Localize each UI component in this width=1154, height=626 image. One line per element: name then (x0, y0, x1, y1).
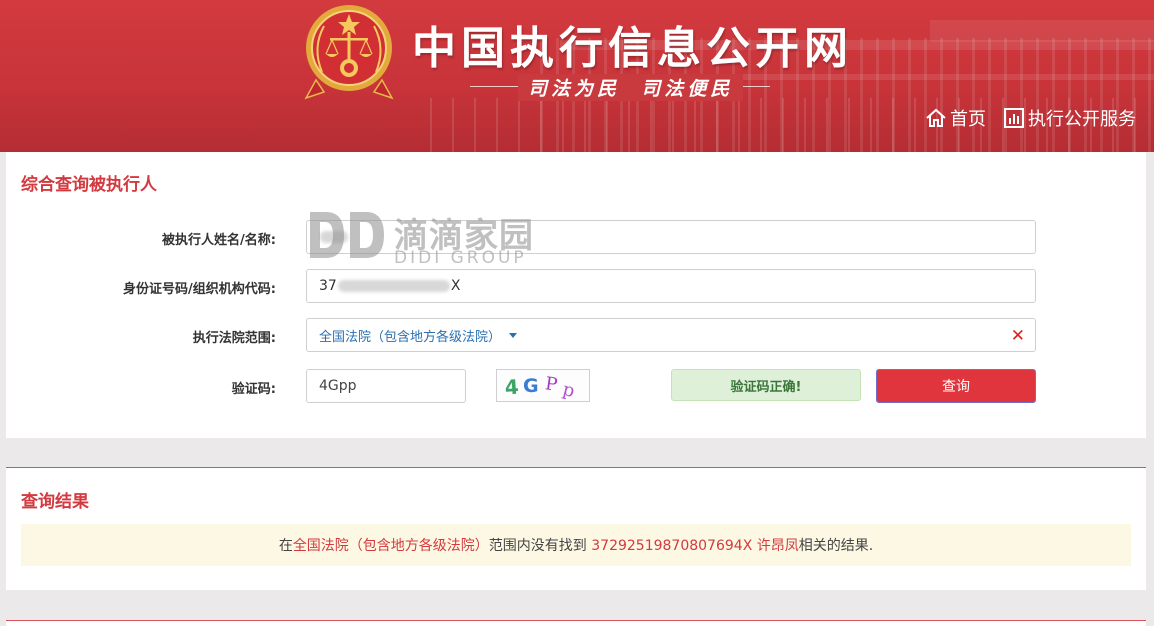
site-slogan: 司法为民 司法便民 (518, 74, 744, 101)
caret-down-icon (509, 332, 518, 338)
court-label: 执行法院范围: (192, 331, 276, 346)
result-msg-pre: 在 (278, 538, 293, 554)
blurred-id-digits (337, 280, 450, 292)
blurred-name (320, 231, 348, 243)
bottom-panel-edge (6, 620, 1146, 626)
id-label: 身份证号码/组织机构代码: (123, 282, 276, 297)
result-panel: 查询结果 在 全国法院（包含地方各级法院） 范围内没有找到 3729251987… (6, 467, 1146, 590)
court-select-value: 全国法院（包含地方各级法院） (319, 329, 502, 345)
result-msg-post: 相关的结果. (798, 538, 874, 554)
id-suffix: X (450, 278, 461, 294)
result-panel-title: 查询结果 (21, 492, 89, 512)
search-panel-title: 综合查询被执行人 (21, 175, 157, 195)
svg-text:p: p (561, 379, 577, 401)
captcha-input[interactable]: 4Gpp (306, 369, 466, 403)
name-label: 被执行人姓名/名称: (162, 233, 276, 248)
id-number-input[interactable]: 37 X (306, 269, 1036, 303)
captcha-label: 验证码: (231, 382, 276, 397)
captcha-status: 验证码正确! (671, 369, 861, 401)
result-msg-id-name: 37292519870807694X 许昂凤 (591, 538, 799, 554)
svg-text:4: 4 (504, 375, 520, 400)
court-select[interactable]: 全国法院（包含地方各级法院） ✕ (306, 318, 1036, 352)
search-button[interactable]: 查询 (876, 369, 1036, 403)
chart-icon (1004, 108, 1024, 128)
close-icon[interactable]: ✕ (1011, 326, 1025, 346)
search-panel: 综合查询被执行人 被执行人姓名/名称: 身份证号码/组织机构代码: 37 X 执… (6, 152, 1146, 438)
result-msg-mid: 范围内没有找到 (488, 538, 592, 554)
nav-service-label: 执行公开服务 (1028, 109, 1136, 130)
nav-service-link[interactable]: 执行公开服务 (1003, 104, 1136, 132)
captcha-image[interactable]: 4 G P p (496, 369, 590, 402)
result-message: 在 全国法院（包含地方各级法院） 范围内没有找到 372925198708076… (21, 524, 1131, 566)
svg-text:G: G (523, 375, 539, 397)
site-header: 中国执行信息公开网 司法为民 司法便民 首页 执行公开服务 (0, 0, 1154, 152)
svg-text:P: P (544, 373, 559, 395)
court-emblem-icon (302, 2, 396, 102)
site-title: 中国执行信息公开网 (412, 23, 853, 74)
name-input[interactable] (306, 220, 1036, 254)
home-icon (926, 108, 946, 127)
result-msg-court: 全国法院（包含地方各级法院） (292, 538, 489, 554)
id-prefix: 37 (319, 278, 337, 294)
nav-home-label: 首页 (950, 109, 986, 130)
nav-home-link[interactable]: 首页 (925, 104, 986, 132)
